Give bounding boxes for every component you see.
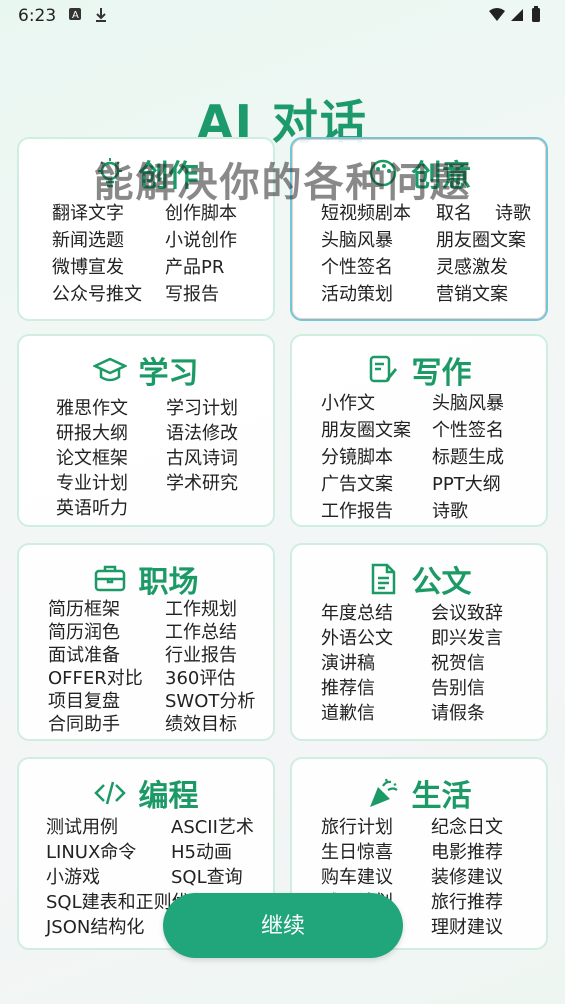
chip-item[interactable]: 灵感激发 <box>436 253 508 279</box>
chip-item[interactable]: 写报告 <box>165 280 219 306</box>
chip-item[interactable]: PPT大纲 <box>432 470 501 496</box>
chip-item[interactable]: 祝贺信 <box>431 649 485 675</box>
chip-item[interactable]: 小游戏 <box>46 863 100 889</box>
chip-item[interactable]: 朋友圈文案 <box>321 416 411 442</box>
chip-item[interactable]: 小作文 <box>321 389 375 415</box>
chip-item[interactable]: 生日惊喜 <box>321 838 393 864</box>
chip-item[interactable]: 广告文案 <box>321 470 393 496</box>
chip-item[interactable]: 头脑风暴 <box>432 389 504 415</box>
chip-item[interactable]: 绩效目标 <box>165 710 237 736</box>
chip-item[interactable]: 语法修改 <box>166 419 238 445</box>
chip-item[interactable]: 理财建议 <box>431 913 503 939</box>
chip-item[interactable]: 即兴发言 <box>431 624 503 650</box>
category-card-xuexi[interactable]: 学习 雅思作文 学习计划 研报大纲 语法修改 论文框架 古风诗词 专业计划 学术… <box>17 334 275 527</box>
card-title: 生活 <box>411 779 472 814</box>
chip-item[interactable]: 会议致辞 <box>431 599 503 625</box>
chip-item[interactable]: 演讲稿 <box>321 649 375 675</box>
chip-item[interactable]: 外语公文 <box>321 624 393 650</box>
card-title: 写作 <box>411 356 472 391</box>
party-popper-icon <box>366 776 400 810</box>
chip-item[interactable]: 个性签名 <box>432 416 504 442</box>
chip-item[interactable]: JSON结构化 <box>46 913 144 939</box>
chip-item[interactable]: 推荐信 <box>321 674 375 700</box>
edit-document-icon <box>366 353 400 387</box>
chip-item[interactable]: 旅行推荐 <box>431 888 503 914</box>
chip-item[interactable]: 小说创作 <box>165 226 237 252</box>
card-title: 学习 <box>138 356 199 391</box>
chip-item[interactable]: 纪念日文 <box>431 813 503 839</box>
chip-item[interactable]: 购车建议 <box>321 863 393 889</box>
chip-item[interactable]: 活动策划 <box>321 280 393 306</box>
chip-item[interactable]: 雅思作文 <box>56 394 128 420</box>
card-title: 编程 <box>138 779 199 814</box>
briefcase-icon <box>93 562 127 596</box>
chip-item[interactable]: 营销文案 <box>436 280 508 306</box>
status-time: 6:23 <box>18 6 57 26</box>
chip-item[interactable]: 请假条 <box>431 699 485 725</box>
status-bar: 6:23 A <box>0 0 565 32</box>
chip-item[interactable]: 标题生成 <box>432 443 504 469</box>
wifi-signal-battery-icon <box>489 6 540 22</box>
card-header: 编程 <box>19 771 273 814</box>
chip-item[interactable]: 测试用例 <box>46 813 118 839</box>
keyboard-notification-icon: A <box>68 7 82 25</box>
page-subtitle: 能解决你的各种问题 <box>93 160 472 206</box>
chip-item[interactable]: H5动画 <box>171 838 232 864</box>
graduation-cap-icon <box>92 353 129 387</box>
card-header: 学习 <box>19 348 273 391</box>
chip-item[interactable]: 合同助手 <box>48 710 120 736</box>
chip-item[interactable]: 工作报告 <box>321 497 393 523</box>
chip-item[interactable]: ASCII艺术 <box>171 813 254 839</box>
card-header: 公文 <box>292 557 546 600</box>
chip-item[interactable]: 微博宣发 <box>52 253 124 279</box>
download-icon <box>94 7 108 27</box>
chip-item[interactable]: 朋友圈文案 <box>436 226 526 252</box>
chip-item[interactable]: 道歉信 <box>321 699 375 725</box>
card-header: 职场 <box>19 557 273 600</box>
chip-item[interactable]: SQL查询 <box>171 863 243 889</box>
chip-item[interactable]: 英语听力 <box>56 494 128 520</box>
svg-text:A: A <box>72 10 79 21</box>
code-icon <box>93 776 127 810</box>
chip-item[interactable]: LINUX命令 <box>46 838 136 864</box>
chip-item[interactable]: 电影推荐 <box>431 838 503 864</box>
chip-item[interactable]: 论文框架 <box>56 444 128 470</box>
chip-item[interactable]: 旅行计划 <box>321 813 393 839</box>
chip-item[interactable]: 装修建议 <box>431 863 503 889</box>
document-icon <box>366 562 400 596</box>
card-header: 写作 <box>292 348 546 391</box>
chip-item[interactable]: 公众号推文 <box>52 280 142 306</box>
category-card-xiezuo[interactable]: 写作 小作文 头脑风暴 朋友圈文案 个性签名 分镜脚本 标题生成 广告文案 PP… <box>290 334 548 527</box>
category-card-gongwen[interactable]: 公文 年度总结 会议致辞 外语公文 即兴发言 演讲稿 祝贺信 推荐信 告别信 道… <box>290 543 548 741</box>
chip-item[interactable]: 诗歌 <box>432 497 468 523</box>
chip-item[interactable]: 告别信 <box>431 674 485 700</box>
card-header: 生活 <box>292 771 546 814</box>
chip-item[interactable]: 专业计划 <box>56 469 128 495</box>
category-card-zhichang[interactable]: 职场 简历框架 工作规划 简历润色 工作总结 面试准备 行业报告 OFFER对比… <box>17 543 275 741</box>
chip-item[interactable]: 个性签名 <box>321 253 393 279</box>
chip-item[interactable]: 学习计划 <box>166 394 238 420</box>
card-title: 公文 <box>411 565 472 600</box>
chip-item[interactable]: 年度总结 <box>321 599 393 625</box>
chip-item[interactable]: 古风诗词 <box>166 444 238 470</box>
chip-item[interactable]: 头脑风暴 <box>321 226 393 252</box>
chip-item[interactable]: 分镜脚本 <box>321 443 393 469</box>
chip-item[interactable]: 新闻选题 <box>52 226 124 252</box>
system-icons <box>487 6 549 28</box>
continue-button[interactable]: 继续 <box>163 893 403 958</box>
chip-item[interactable]: 研报大纲 <box>56 419 128 445</box>
chip-item[interactable]: 学术研究 <box>166 469 238 495</box>
chip-item[interactable]: 产品PR <box>165 253 224 279</box>
